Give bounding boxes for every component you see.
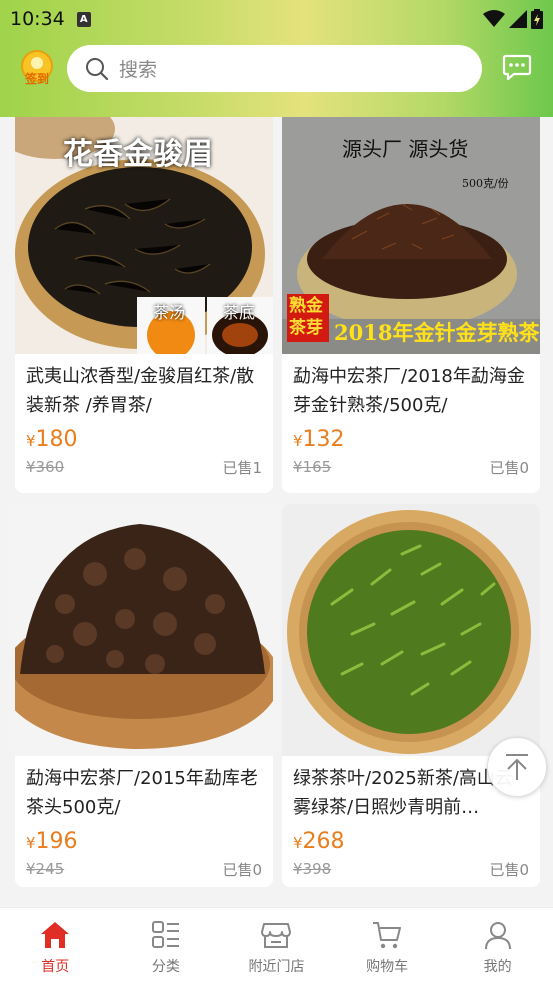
nav-profile[interactable]: 我的 <box>442 908 553 984</box>
image-banner: 源头厂 源头货 <box>342 137 469 161</box>
nav-category[interactable]: 分类 <box>111 908 222 984</box>
battery-icon <box>531 9 543 29</box>
product-image <box>282 504 540 756</box>
price-value: 196 <box>35 829 78 854</box>
product-image <box>15 504 273 756</box>
nav-label: 我的 <box>483 959 512 975</box>
status-time: 10:34 <box>10 8 65 30</box>
nav-label: 分类 <box>151 959 180 975</box>
cart-icon <box>373 922 402 949</box>
store-icon <box>261 923 292 948</box>
price-value: 268 <box>302 829 345 854</box>
image-badge: 熟金茶芽 <box>289 296 323 338</box>
currency-symbol: ¥ <box>26 834 36 852</box>
chat-icon <box>502 54 532 81</box>
nav-label: 附近门店 <box>248 959 305 975</box>
image-weight: 500克/份 <box>462 177 509 190</box>
header: 10:34 A 签到 搜索 <box>0 0 553 117</box>
bottom-nav: 首页 分类 附近门店 购物车 我的 <box>0 907 553 984</box>
nav-nearby-stores[interactable]: 附近门店 <box>221 908 332 984</box>
nav-label: 首页 <box>41 959 70 975</box>
product-card[interactable]: 源头厂 源头货 500克/份 熟金茶芽 2018年金针金芽熟茶 勐海中宏茶厂/2… <box>282 117 540 493</box>
currency-symbol: ¥ <box>293 834 303 852</box>
signin-label: 签到 <box>24 71 49 86</box>
search-input[interactable]: 搜索 <box>67 45 482 92</box>
product-price: ¥180 <box>15 427 273 452</box>
arrow-up-icon <box>506 754 528 780</box>
product-card[interactable]: 勐海中宏茶厂/2015年勐库老茶头500克/ ¥196 ¥245 已售0 <box>15 504 273 887</box>
price-value: 132 <box>302 427 345 452</box>
message-button[interactable] <box>502 52 532 82</box>
product-price: ¥132 <box>282 427 540 452</box>
signal-icon <box>509 10 527 28</box>
product-title: 勐海中宏茶厂/2018年勐海金芽金针熟茶/500克/ <box>293 366 525 416</box>
wifi-icon <box>483 10 505 27</box>
nav-cart[interactable]: 购物车 <box>332 908 443 984</box>
home-icon <box>41 922 70 948</box>
search-icon <box>86 57 109 80</box>
nav-home[interactable]: 首页 <box>0 908 111 984</box>
image-caption: 2018年金针金芽熟茶 <box>334 320 540 345</box>
product-grid: 花香金骏眉 茶汤 茶底 武夷山浓香型/金骏眉红茶/散装新茶 /养胃茶/ ¥180… <box>0 117 553 907</box>
original-price: ¥398 <box>293 860 332 878</box>
status-indicators <box>483 9 543 29</box>
product-title: 武夷山浓香型/金骏眉红茶/散装新茶 /养胃茶/ <box>26 366 255 416</box>
product-price: ¥268 <box>282 829 540 854</box>
product-image: 花香金骏眉 茶汤 茶底 <box>15 117 273 354</box>
original-price: ¥245 <box>26 860 65 878</box>
status-bar: 10:34 A <box>0 0 553 38</box>
sold-count: 已售0 <box>222 860 262 879</box>
search-placeholder: 搜索 <box>119 59 158 81</box>
original-price: ¥360 <box>26 458 65 476</box>
sold-count: 已售0 <box>489 860 529 879</box>
notification-icon: A <box>76 11 91 27</box>
product-card[interactable]: 花香金骏眉 茶汤 茶底 武夷山浓香型/金骏眉红茶/散装新茶 /养胃茶/ ¥180… <box>15 117 273 493</box>
product-meta: ¥245 已售0 <box>15 858 273 880</box>
user-icon <box>484 922 511 950</box>
image-tag: 茶汤 <box>153 303 186 322</box>
category-icon <box>151 921 179 948</box>
product-card[interactable]: 绿茶茶叶/2025新茶/高山云雾绿茶/日照炒青明前… ¥268 ¥398 已售0 <box>282 504 540 887</box>
back-to-top-button[interactable] <box>487 737 547 797</box>
currency-symbol: ¥ <box>26 432 36 450</box>
product-meta: ¥165 已售0 <box>282 456 540 478</box>
signin-button[interactable]: 签到 <box>19 50 55 88</box>
original-price: ¥165 <box>293 458 332 476</box>
image-banner: 花香金骏眉 <box>63 137 213 172</box>
sold-count: 已售1 <box>222 458 262 477</box>
image-tag: 茶底 <box>223 303 256 322</box>
price-value: 180 <box>35 427 78 452</box>
product-meta: ¥398 已售0 <box>282 858 540 880</box>
product-image: 源头厂 源头货 500克/份 熟金茶芽 2018年金针金芽熟茶 <box>282 117 540 354</box>
sold-count: 已售0 <box>489 458 529 477</box>
product-meta: ¥360 已售1 <box>15 456 273 478</box>
product-price: ¥196 <box>15 829 273 854</box>
currency-symbol: ¥ <box>293 432 303 450</box>
product-title: 勐海中宏茶厂/2015年勐库老茶头500克/ <box>26 768 258 818</box>
nav-label: 购物车 <box>366 959 409 975</box>
